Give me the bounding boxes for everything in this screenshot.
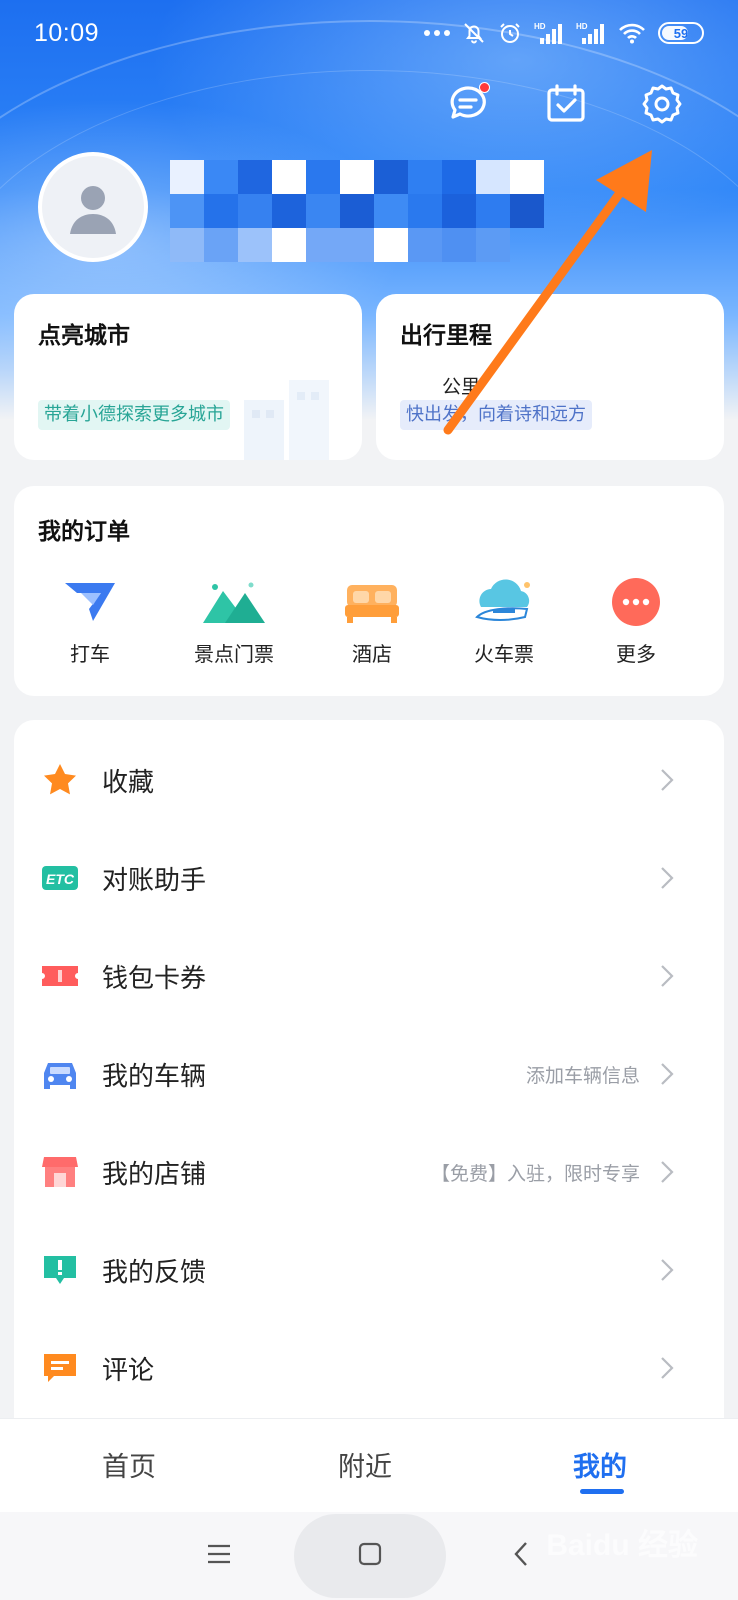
annotation-arrow-icon (443, 150, 652, 435)
back-icon[interactable] (512, 1540, 530, 1572)
active-tab-indicator (580, 1489, 624, 1494)
tab-home[interactable]: 首页 (102, 1445, 156, 1484)
home-button[interactable] (294, 1514, 446, 1598)
tab-mine[interactable]: 我的 (573, 1445, 627, 1484)
tab-nearby[interactable]: 附近 (338, 1445, 392, 1484)
watermark-logo: Baidu 经验 (546, 1529, 698, 1562)
home-icon (358, 1542, 382, 1570)
menu-icon[interactable] (206, 1542, 232, 1570)
bottom-tab-bar: 首页 附近 我的 (0, 1418, 738, 1512)
